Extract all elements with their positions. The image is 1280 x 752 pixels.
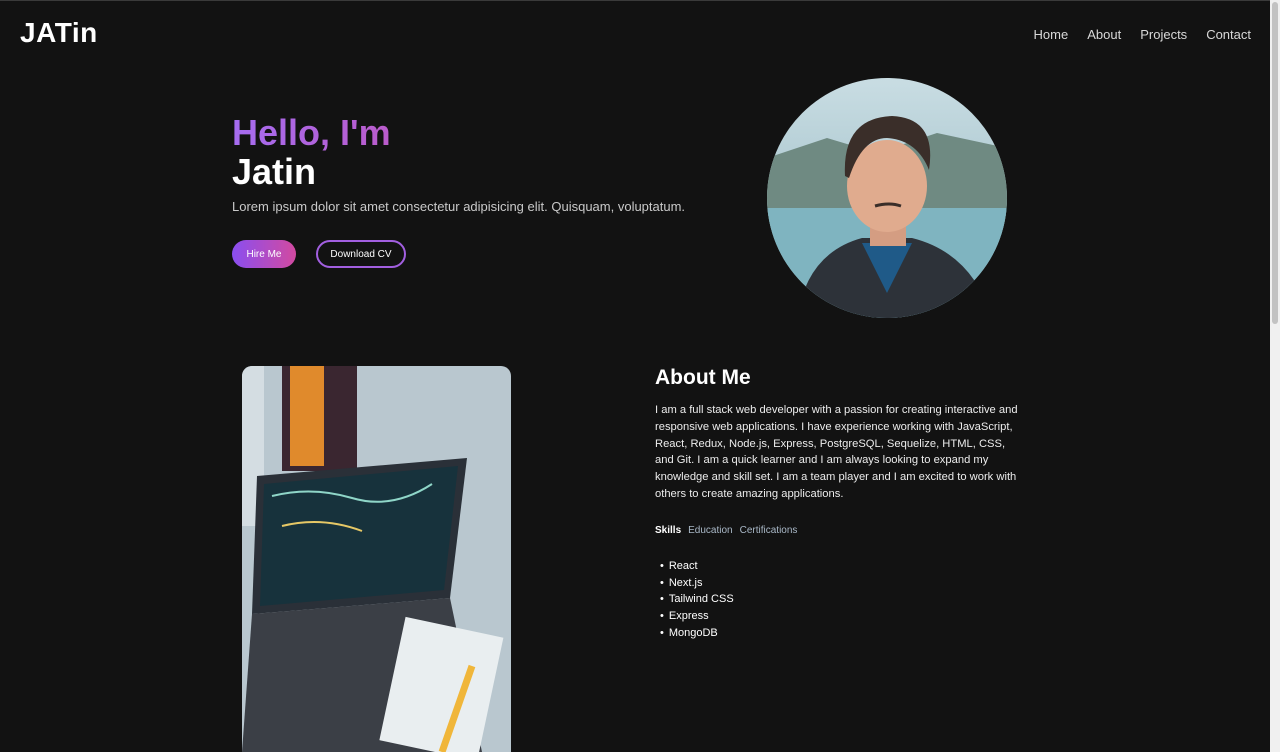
list-item: Tailwind CSS [660,591,1025,608]
window-top-border [0,0,1280,1]
about-tabs: Skills Education Certifications [655,525,1025,536]
about-content: About Me I am a full stack web developer… [655,365,1025,642]
about-title: About Me [655,366,751,389]
skills-list: React Next.js Tailwind CSS Express Mongo… [655,558,1025,642]
hero-name: Jatin [232,151,317,192]
hero-text: Hello, I'm Jatin Lorem ipsum dolor sit a… [232,113,686,215]
tab-education[interactable]: Education [688,525,732,536]
nav-home-link[interactable]: Home [1034,27,1069,42]
page-scrollbar[interactable] [1270,0,1280,752]
hero-greeting: Hello, I'm [232,113,685,153]
about-body: I am a full stack web developer with a p… [655,404,1018,500]
portrait-illustration [767,78,1007,318]
laptop-photo-illustration [242,366,511,752]
list-item: Express [660,608,1025,625]
tab-certifications[interactable]: Certifications [740,525,798,536]
profile-avatar [767,78,1007,318]
about-photo [242,366,511,752]
scrollbar-thumb[interactable] [1272,2,1278,324]
hire-me-button[interactable]: Hire Me [232,240,296,268]
brand-logo[interactable]: JATin [20,17,98,49]
nav-projects-link[interactable]: Projects [1140,27,1187,42]
main-nav: Home About Projects Contact [1034,27,1251,42]
list-item: MongoDB [660,625,1025,642]
nav-contact-link[interactable]: Contact [1206,27,1251,42]
list-item: React [660,558,1025,575]
nav-about-link[interactable]: About [1087,27,1121,42]
list-item: Next.js [660,575,1025,592]
hero-lead: Lorem ipsum dolor sit amet consectetur a… [232,199,686,214]
tab-skills[interactable]: Skills [655,525,681,536]
hero-actions: Hire Me Download CV [232,240,406,268]
download-cv-button[interactable]: Download CV [316,240,406,268]
